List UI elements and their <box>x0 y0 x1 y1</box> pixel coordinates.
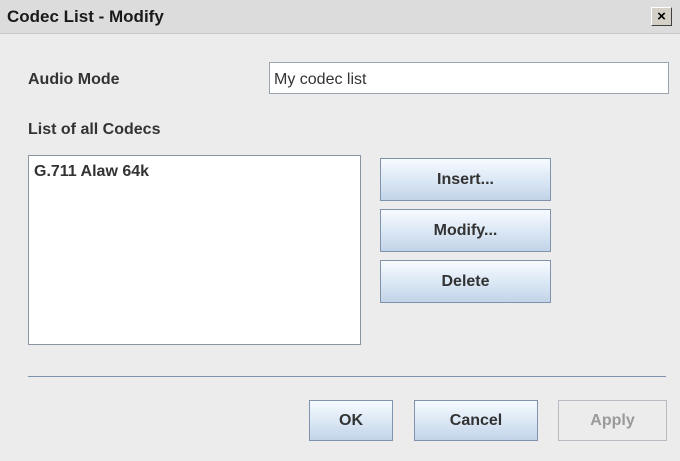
ok-button[interactable]: OK <box>309 400 393 441</box>
window-title: Codec List - Modify <box>7 7 164 26</box>
delete-button[interactable]: Delete <box>380 260 551 303</box>
close-icon[interactable]: × <box>651 7 672 26</box>
footer-separator <box>28 376 666 377</box>
list-item[interactable]: G.711 Alaw 64k <box>34 163 149 181</box>
audio-mode-label: Audio Mode <box>28 71 120 88</box>
title-bar[interactable]: Codec List - Modify × <box>0 0 680 34</box>
cancel-button[interactable]: Cancel <box>414 400 538 441</box>
codecs-listbox[interactable]: G.711 Alaw 64k <box>28 155 361 345</box>
codec-list-dialog: Codec List - Modify × Audio Mode List of… <box>0 0 680 461</box>
modify-button[interactable]: Modify... <box>380 209 551 252</box>
insert-button[interactable]: Insert... <box>380 158 551 201</box>
codecs-list-label: List of all Codecs <box>28 121 161 138</box>
audio-mode-input[interactable] <box>269 62 669 94</box>
apply-button[interactable]: Apply <box>558 400 667 441</box>
